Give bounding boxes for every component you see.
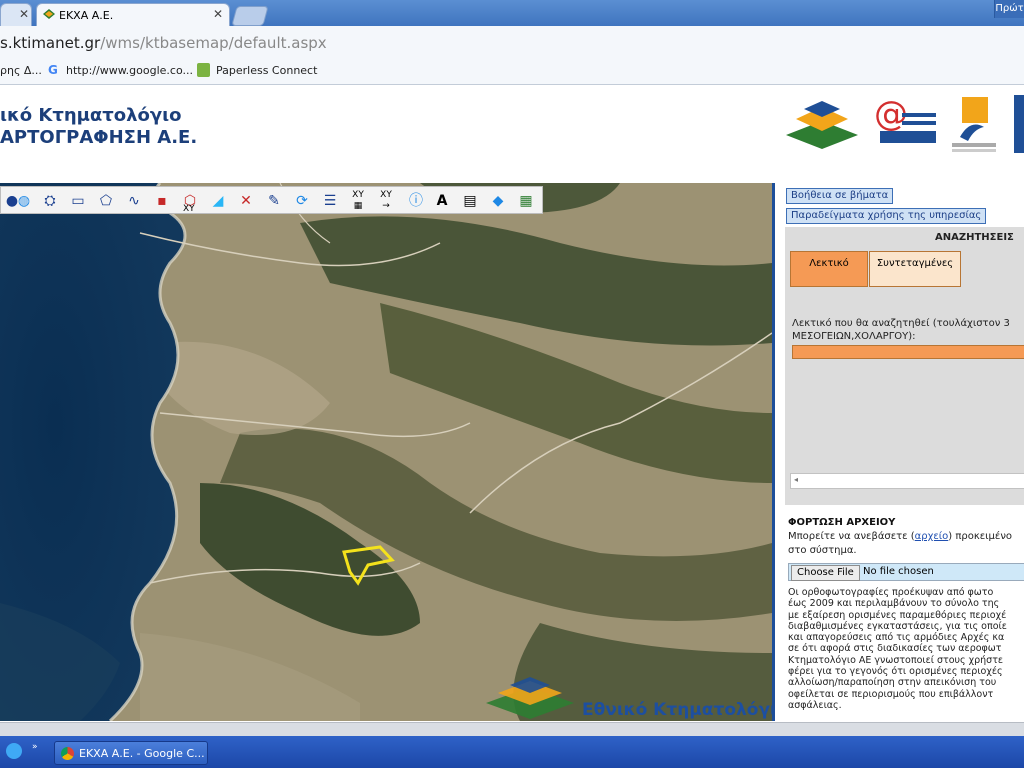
map-watermark-text: Εθνικό Κτηματολόγιο [582,700,772,720]
disclaimer-line: φέρει για το γεγονός ότι ορισμένες περιο… [788,666,1003,678]
url-text[interactable]: s.ktimanet.gr/wms/ktbasemap/default.aspx [0,34,327,52]
info-tool-icon[interactable]: ⓘ [405,190,427,212]
xy-goto-tool-icon[interactable]: XY → [375,190,397,212]
disclaimer-line: ασφάλειας. [788,699,842,711]
browser-status-strip [0,722,1024,737]
address-bar[interactable]: s.ktimanet.gr/wms/ktbasemap/default.aspx [0,26,1024,60]
line-tool-icon[interactable]: ∿ [123,190,145,212]
satellite-imagery[interactable]: Εθνικό Κτηματολόγιο [0,183,772,721]
taskbar-window-button[interactable]: ΕΚΧΑ Α.Ε. - Google C... [54,741,208,765]
search-section: ΑΝΑΖΗΤΗΣΕΙΣ Λεκτικό Συντεταγμένες Λεκτικ… [785,227,1024,505]
search-heading: ΑΝΑΖΗΤΗΣΕΙΣ [935,232,1014,243]
bookmark-google[interactable]: http://www.google.co... [66,64,193,77]
tab-previous[interactable]: ✕ [0,3,32,26]
site-title: ικό Κτηματολόγιο ΑΡΤΟΓΡΑΦΗΣΗ Α.Ε. [0,105,197,149]
disclaimer-line: σε ότι αφορά στις διαδικασίες των αεροφω… [788,643,1002,655]
polyline-tool-icon[interactable]: ▭ [67,190,89,212]
upload-heading: ΦΟΡΤΩΣΗ ΑΡΧΕΙΟΥ [788,517,896,528]
disclaimer-line: έως 2009 και περιλαμβάνουν το σύνολο της [788,598,1000,610]
service-examples-button[interactable]: Παραδείγματα χρήσης της υπηρεσίας [786,208,987,224]
upload-file-link[interactable]: αρχείο [915,531,949,542]
layers-tool-icon[interactable]: ⛭ [39,190,61,212]
disclaimer-line: αλλοίωση/παραποίηση στην απεικόνιση του [788,677,997,689]
koinonia-logo [950,97,998,153]
tab-label: ΕΚΧΑ Α.Ε. [59,9,114,22]
site-favicon-icon [43,9,55,19]
bookmarks-bar: ρης Δ... G http://www.google.co... Paper… [0,59,1024,85]
upload-text-before: Μπορείτε να ανεβάσετε ( [788,531,915,542]
egov-logo: @ [874,94,936,147]
tab-ekxa[interactable]: ΕΚΧΑ Α.Ε. ✕ [36,3,230,26]
file-input[interactable]: Choose File No file chosen [788,563,1024,581]
delete-tool-icon[interactable]: ✕ [235,190,257,212]
map-view[interactable]: Εθνικό Κτηματολόγιο [0,183,772,721]
help-steps-button[interactable]: Βοήθεια σε βήματα [786,188,894,204]
url-path: /wms/ktbasemap/default.aspx [100,34,327,52]
ktimatologio-logo [786,99,858,149]
paperless-icon [197,63,210,77]
disclaimer-line: Οι ορθοφωτογραφίες προέκυψαν από φωτο [788,587,994,598]
site-header: ικό Κτηματολόγιο ΑΡΤΟΓΡΑΦΗΣΗ Α.Ε. @ [0,85,1024,182]
site-title-line1: ικό Κτηματολόγιο [0,105,182,126]
search-prompt-line1: Λεκτικό που θα αναζητηθεί (τουλάχιστον 3 [792,318,1010,329]
search-prompt-line2: ΜΕΣΟΓΕΙΩΝ,ΧΟΛΑΡΓΟΥ): [792,331,916,342]
close-tab-icon[interactable]: ✕ [213,7,223,21]
bookmark-item[interactable]: ρης Δ... [0,64,42,77]
text-tool-icon[interactable]: ▤ [459,190,481,212]
upload-description: Μπορείτε να ανεβάσετε (αρχείο) προκειμέν… [788,531,1012,542]
polygon-tool-icon[interactable]: ⬠ [95,190,117,212]
choose-file-button[interactable]: Choose File [791,565,860,581]
close-tab-icon[interactable]: ✕ [19,7,29,21]
globe-tool-icon[interactable]: ◍ [13,190,35,212]
window-profile-button[interactable]: Πρώτ [994,0,1024,18]
area-xy-label: XY [183,204,195,214]
upload-text-after: ) προκειμένο [948,531,1013,542]
disclaimer-line: και απαγορεύσεις από τις αρμόδιες Αρχές … [788,632,1005,644]
map-toolbar: ● ◍ ⛭ ▭ ⬠ ∿ ▪ ⬡ XY ◢ ✕ ✎ ⟳ ☰ XY ▦ XY → ⓘ A… [0,186,543,214]
label-tool-icon[interactable]: A [431,190,453,212]
disclaimer-line: Κτηματολόγιο ΑΕ γνωστοποιεί στους χρήστε [788,654,1004,666]
quicklaunch-expand-icon[interactable]: » [32,742,38,752]
xy-table-tool-icon[interactable]: XY ▦ [347,190,369,212]
xy-label: XY [380,190,392,200]
search-input[interactable] [792,345,1024,359]
ie-quicklaunch-icon[interactable] [6,743,22,759]
new-tab-button[interactable] [231,6,269,26]
disclaimer-line: με εξαίρεση ορισμένες παραμεθόριες περιο… [788,609,1007,621]
taskbar-window-label: ΕΚΧΑ Α.Ε. - Google C... [79,747,205,760]
tab-coordinates-search[interactable]: Συντεταγμένες [869,251,961,287]
tab-text-search[interactable]: Λεκτικό [790,251,868,287]
point-tool-icon[interactable]: ▪ [151,190,173,212]
legend-tool-icon[interactable]: ▦ [515,190,537,212]
site-title-line2: ΑΡΤΟΓΡΑΦΗΣΗ Α.Ε. [0,127,198,148]
upload-description-line2: στο σύστημα. [788,545,857,556]
disclaimer-line: οφείλεται σε περιορισμούς που επιβάλλοντ [788,688,994,700]
edit-tool-icon[interactable]: ✎ [263,190,285,212]
no-file-chosen-text: No file chosen [863,566,934,577]
chrome-icon [61,747,74,760]
url-host: s.ktimanet.gr [0,34,101,52]
disclaimer-line: διαβαθμισμένες εγκαταστάσεις, για τις οπ… [788,620,1007,632]
add-point-tool-icon[interactable]: ◢ [207,190,229,212]
side-panel: Βοήθεια σε βήματα Παραδείγματα χρήσης τη… [772,183,1024,721]
google-icon: G [48,63,58,77]
list-tool-icon[interactable]: ☰ [319,190,341,212]
zoom-extent-tool-icon[interactable]: ◆ [487,190,509,212]
results-scrollbar[interactable]: ◂ [790,473,1024,489]
xy-label: XY [352,190,364,200]
scroll-left-icon[interactable]: ◂ [794,475,798,484]
bookmark-paperless[interactable]: Paperless Connect [216,64,317,77]
disclaimer-text: Οι ορθοφωτογραφίες προέκυψαν από φωτο έω… [788,587,1007,711]
eu-flag-logo [1014,95,1024,153]
refresh-tool-icon[interactable]: ⟳ [291,190,313,212]
